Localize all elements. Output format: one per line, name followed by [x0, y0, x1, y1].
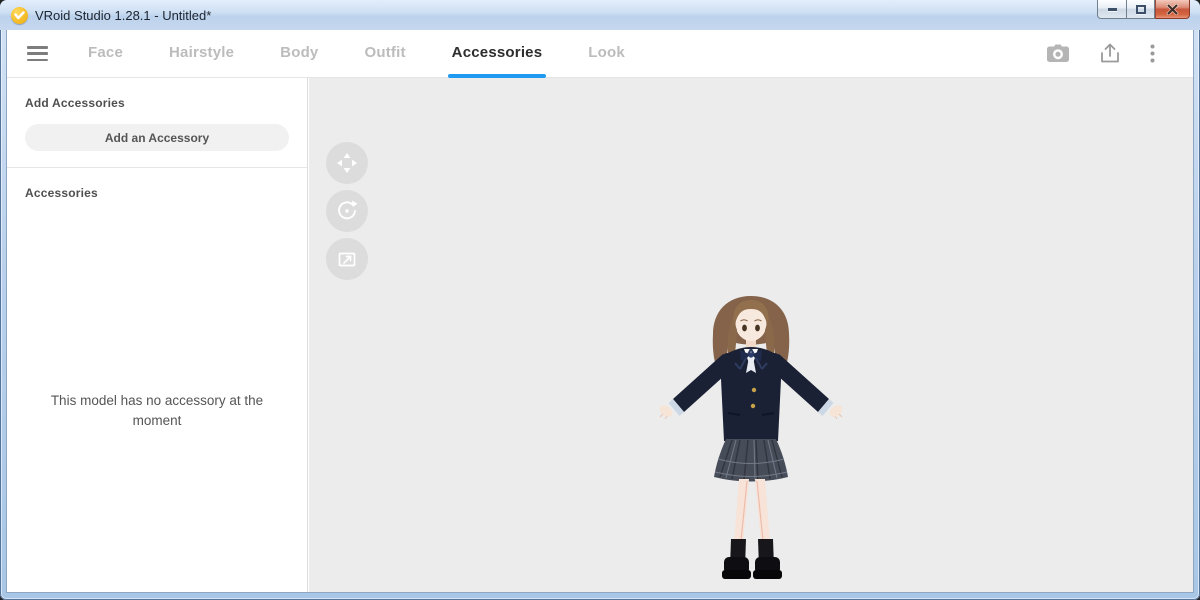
scale-icon: [335, 247, 359, 271]
accessories-sidebar: Add Accessories Add an Accessory Accesso…: [7, 78, 308, 592]
camera-icon: [1046, 44, 1070, 63]
add-accessories-heading: Add Accessories: [25, 96, 307, 110]
sidebar-divider: [7, 167, 307, 168]
character-model: [656, 293, 846, 585]
app-window: VRoid Studio 1.28.1 - Untitled* Face Hai…: [0, 0, 1200, 600]
close-icon: [1166, 4, 1179, 15]
rotate-tool-button[interactable]: [326, 190, 368, 232]
close-button[interactable]: [1155, 0, 1190, 19]
tab-outfit[interactable]: Outfit: [364, 30, 405, 78]
app-surface: Face Hairstyle Body Outfit Accessories L…: [6, 30, 1194, 593]
tab-hairstyle[interactable]: Hairstyle: [169, 30, 234, 78]
empty-accessories-message: This model has no accessory at the momen…: [27, 391, 287, 431]
more-menu-button[interactable]: [1150, 44, 1155, 63]
accessories-list-heading: Accessories: [25, 186, 307, 200]
minimize-icon: [1108, 8, 1117, 11]
model-viewport[interactable]: [309, 78, 1193, 592]
camera-button[interactable]: [1046, 44, 1070, 63]
add-accessory-button[interactable]: Add an Accessory: [25, 124, 289, 151]
move-tool-button[interactable]: [326, 142, 368, 184]
move-icon: [334, 150, 360, 176]
export-button[interactable]: [1100, 43, 1120, 64]
maximize-icon: [1136, 5, 1146, 14]
vroid-logo-icon: [11, 7, 28, 24]
minimize-button[interactable]: [1097, 0, 1126, 19]
window-title: VRoid Studio 1.28.1 - Untitled*: [35, 8, 211, 23]
kebab-menu-icon: [1150, 44, 1155, 63]
maximize-button[interactable]: [1126, 0, 1155, 19]
rotate-icon: [335, 199, 359, 223]
title-bar[interactable]: VRoid Studio 1.28.1 - Untitled*: [0, 0, 1200, 30]
export-icon: [1100, 43, 1120, 64]
hamburger-menu-icon[interactable]: [27, 46, 48, 61]
tab-face[interactable]: Face: [88, 30, 123, 78]
tab-look[interactable]: Look: [588, 30, 625, 78]
nav-actions: [1046, 43, 1155, 64]
gizmo-toolbar: [326, 142, 368, 280]
tab-accessories[interactable]: Accessories: [452, 30, 543, 78]
tab-body[interactable]: Body: [280, 30, 318, 78]
main-nav: Face Hairstyle Body Outfit Accessories L…: [7, 30, 1193, 78]
window-controls: [1097, 0, 1190, 19]
scale-tool-button[interactable]: [326, 238, 368, 280]
tab-bar: Face Hairstyle Body Outfit Accessories L…: [88, 30, 625, 78]
